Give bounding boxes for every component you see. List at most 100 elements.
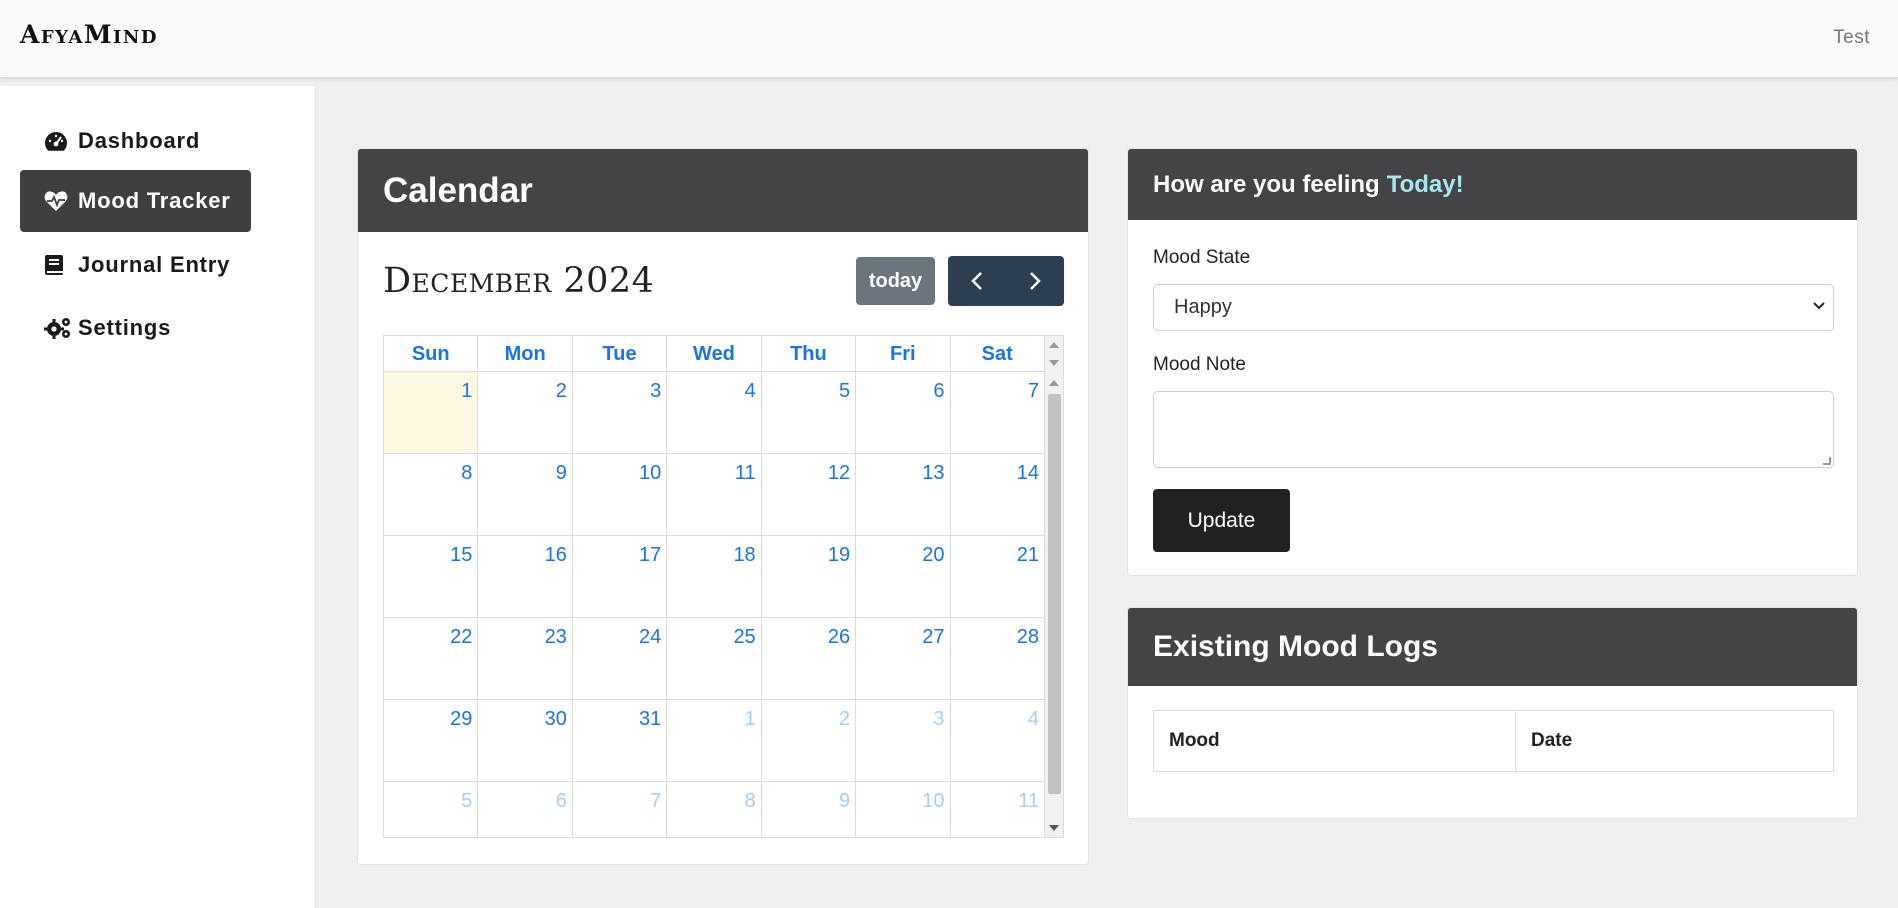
calendar-day[interactable]: 28 (951, 618, 1045, 699)
mood-note-textarea[interactable] (1153, 391, 1834, 468)
calendar-day-number[interactable]: 20 (922, 544, 944, 566)
calendar-day[interactable]: 11 (951, 782, 1045, 838)
calendar-day[interactable]: 11 (667, 454, 762, 535)
sidebar-item-journal-entry[interactable]: Journal Entry (20, 234, 251, 296)
calendar-day-number[interactable]: 5 (461, 790, 472, 812)
calendar-day-number[interactable]: 25 (733, 626, 755, 648)
calendar-day-number[interactable]: 19 (828, 544, 850, 566)
calendar-day-number[interactable]: 3 (650, 380, 661, 402)
calendar-day[interactable]: 18 (667, 536, 762, 617)
calendar-day-number[interactable]: 30 (545, 708, 567, 730)
calendar-day[interactable]: 27 (856, 618, 951, 699)
prev-month-button[interactable] (948, 256, 1006, 306)
calendar-day[interactable]: 2 (478, 372, 573, 453)
calendar-day-number[interactable]: 3 (933, 708, 944, 730)
calendar-day[interactable]: 9 (478, 454, 573, 535)
calendar-day[interactable]: 19 (762, 536, 857, 617)
calendar-day[interactable]: 7 (573, 782, 668, 838)
calendar-day[interactable]: 25 (667, 618, 762, 699)
calendar-day-number[interactable]: 15 (450, 544, 472, 566)
calendar-day[interactable]: 5 (762, 372, 857, 453)
calendar-day-number[interactable]: 11 (735, 462, 756, 484)
calendar-day-number[interactable]: 18 (733, 544, 755, 566)
user-menu-link[interactable]: Test (1833, 27, 1870, 49)
calendar-day[interactable]: 4 (667, 372, 762, 453)
calendar-day[interactable]: 30 (478, 700, 573, 781)
sidebar-item-dashboard[interactable]: Dashboard (20, 110, 251, 172)
resize-grip-icon[interactable] (1823, 457, 1831, 465)
calendar-day-number[interactable]: 8 (461, 462, 472, 484)
calendar-day[interactable]: 22 (384, 618, 479, 699)
sidebar-item-mood-tracker[interactable]: Mood Tracker (20, 170, 251, 232)
calendar-day[interactable]: 6 (478, 782, 573, 838)
calendar-day[interactable]: 15 (384, 536, 479, 617)
calendar-day-number[interactable]: 14 (1017, 462, 1039, 484)
calendar-day[interactable]: 14 (951, 454, 1045, 535)
calendar-day-number[interactable]: 2 (556, 380, 567, 402)
calendar-day[interactable]: 20 (856, 536, 951, 617)
calendar-day-number[interactable]: 9 (839, 790, 850, 812)
calendar-day-number[interactable]: 4 (745, 380, 756, 402)
calendar-day[interactable]: 7 (951, 372, 1045, 453)
calendar-scrollbar[interactable] (1044, 336, 1063, 837)
calendar-day-number[interactable]: 27 (922, 626, 944, 648)
mood-state-select[interactable]: Happy (1153, 284, 1834, 331)
calendar-day-number[interactable]: 17 (639, 544, 661, 566)
calendar-day-number[interactable]: 28 (1017, 626, 1039, 648)
calendar-day-number[interactable]: 10 (639, 462, 661, 484)
scroll-up-arrow-icon[interactable] (1049, 342, 1059, 348)
table-header-mood[interactable]: Mood (1154, 711, 1516, 771)
scroll-down-arrow-icon[interactable] (1049, 360, 1059, 366)
calendar-day[interactable]: 3 (856, 700, 951, 781)
calendar-day[interactable]: 4 (951, 700, 1045, 781)
calendar-day-number[interactable]: 29 (450, 708, 472, 730)
calendar-day-number[interactable]: 8 (745, 790, 756, 812)
calendar-day[interactable]: 10 (856, 782, 951, 838)
calendar-day[interactable]: 26 (762, 618, 857, 699)
calendar-day[interactable]: 29 (384, 700, 479, 781)
update-button[interactable]: Update (1153, 489, 1290, 552)
calendar-day[interactable]: 9 (762, 782, 857, 838)
calendar-day[interactable]: 21 (951, 536, 1045, 617)
calendar-day-number[interactable]: 9 (556, 462, 567, 484)
calendar-day-number[interactable]: 1 (745, 708, 756, 730)
table-header-date[interactable]: Date (1516, 711, 1833, 771)
calendar-day-number[interactable]: 22 (450, 626, 472, 648)
calendar-day[interactable]: 6 (856, 372, 951, 453)
next-month-button[interactable] (1006, 256, 1064, 306)
calendar-day-number[interactable]: 2 (839, 708, 850, 730)
calendar-day-number[interactable]: 5 (839, 380, 850, 402)
calendar-day-number[interactable]: 31 (639, 708, 661, 730)
scroll-up-arrow-icon[interactable] (1049, 380, 1059, 386)
calendar-day[interactable]: 12 (762, 454, 857, 535)
scroll-down-arrow-icon[interactable] (1049, 825, 1059, 831)
calendar-day-number[interactable]: 26 (828, 626, 850, 648)
sidebar-item-settings[interactable]: Settings (20, 297, 251, 359)
calendar-day-number[interactable]: 13 (922, 462, 944, 484)
scrollbar-thumb[interactable] (1048, 394, 1061, 794)
calendar-day[interactable]: 3 (573, 372, 668, 453)
calendar-day-number[interactable]: 1 (461, 380, 472, 402)
calendar-day[interactable]: 8 (384, 454, 479, 535)
calendar-day-number[interactable]: 6 (933, 380, 944, 402)
calendar-day[interactable]: 16 (478, 536, 573, 617)
calendar-day[interactable]: 2 (762, 700, 857, 781)
calendar-day-number[interactable]: 11 (1018, 790, 1039, 812)
calendar-day[interactable]: 13 (856, 454, 951, 535)
calendar-day[interactable]: 1 (667, 700, 762, 781)
calendar-day[interactable]: 10 (573, 454, 668, 535)
calendar-day[interactable]: 5 (384, 782, 479, 838)
calendar-day-number[interactable]: 4 (1028, 708, 1039, 730)
calendar-day-number[interactable]: 23 (545, 626, 567, 648)
calendar-day[interactable]: 31 (573, 700, 668, 781)
brand-logo[interactable]: AfyaMind (20, 20, 158, 49)
calendar-day-number[interactable]: 24 (639, 626, 661, 648)
calendar-day-number[interactable]: 7 (650, 790, 661, 812)
calendar-day-number[interactable]: 7 (1028, 380, 1039, 402)
calendar-day-number[interactable]: 21 (1017, 544, 1039, 566)
calendar-day-today[interactable]: 1 (384, 372, 479, 453)
calendar-day-number[interactable]: 6 (556, 790, 567, 812)
calendar-day[interactable]: 8 (667, 782, 762, 838)
calendar-day-number[interactable]: 12 (828, 462, 850, 484)
calendar-day-number[interactable]: 10 (922, 790, 944, 812)
